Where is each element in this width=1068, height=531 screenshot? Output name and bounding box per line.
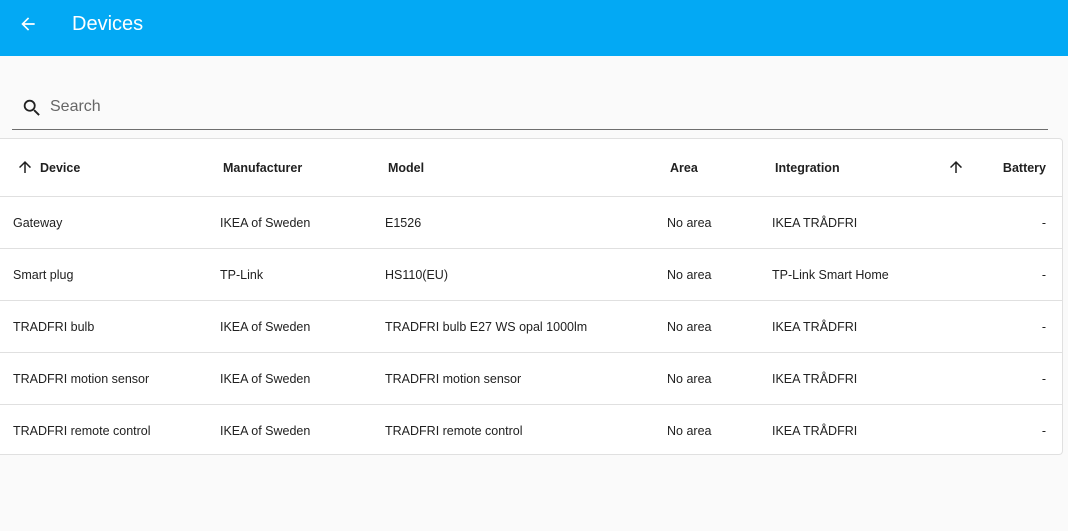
table-row[interactable]: TRADFRI bulb IKEA of Sweden TRADFRI bulb… xyxy=(0,300,1062,352)
table-row[interactable]: TRADFRI motion sensor IKEA of Sweden TRA… xyxy=(0,352,1062,404)
device-integration: IKEA TRÅDFRI xyxy=(772,371,858,386)
device-battery: - xyxy=(1041,319,1046,334)
search-bar xyxy=(12,84,1048,130)
arrow-up-icon[interactable] xyxy=(947,158,965,176)
table-header-row: Device Manufacturer Model Area Integrati… xyxy=(0,139,1062,196)
search-input[interactable] xyxy=(50,94,1030,120)
device-model: TRADFRI remote control xyxy=(385,423,523,438)
column-header-model[interactable]: Model xyxy=(388,139,424,196)
device-integration: IKEA TRÅDFRI xyxy=(772,215,858,230)
device-integration: IKEA TRÅDFRI xyxy=(772,423,858,438)
device-integration: IKEA TRÅDFRI xyxy=(772,319,858,334)
search-icon xyxy=(23,99,40,116)
table-row[interactable]: Gateway IKEA of Sweden E1526 No area IKE… xyxy=(0,196,1062,248)
device-name: TRADFRI motion sensor xyxy=(13,371,150,386)
table-row[interactable]: TRADFRI remote control IKEA of Sweden TR… xyxy=(0,404,1062,456)
arrow-left-icon xyxy=(21,17,35,31)
device-area: No area xyxy=(667,267,712,282)
app-header: Devices xyxy=(0,0,1068,56)
column-header-integration[interactable]: Integration xyxy=(775,139,840,196)
device-manufacturer: IKEA of Sweden xyxy=(220,423,311,438)
column-header-area[interactable]: Area xyxy=(670,139,698,196)
device-battery: - xyxy=(1041,423,1046,438)
device-battery: - xyxy=(1041,371,1046,386)
device-name: TRADFRI bulb xyxy=(13,319,95,334)
device-name: Smart plug xyxy=(13,267,74,282)
back-button[interactable] xyxy=(12,8,44,40)
device-battery: - xyxy=(1041,267,1046,282)
column-header-device[interactable]: Device xyxy=(40,139,80,196)
device-manufacturer: TP-Link xyxy=(220,267,264,282)
device-name: Gateway xyxy=(13,215,63,230)
device-model: HS110(EU) xyxy=(385,267,448,282)
column-header-battery[interactable]: Battery xyxy=(1003,139,1046,196)
device-manufacturer: IKEA of Sweden xyxy=(220,319,311,334)
device-manufacturer: IKEA of Sweden xyxy=(220,215,311,230)
page-title: Devices xyxy=(72,13,144,35)
device-integration: TP-Link Smart Home xyxy=(772,267,889,282)
device-area: No area xyxy=(667,319,712,334)
device-area: No area xyxy=(667,423,712,438)
device-name: TRADFRI remote control xyxy=(13,423,151,438)
devices-table: Device Manufacturer Model Area Integrati… xyxy=(0,138,1063,455)
device-area: No area xyxy=(667,215,712,230)
device-model: TRADFRI motion sensor xyxy=(385,371,522,386)
device-battery: - xyxy=(1041,215,1046,230)
device-area: No area xyxy=(667,371,712,386)
column-header-manufacturer[interactable]: Manufacturer xyxy=(223,139,302,196)
arrow-up-icon[interactable] xyxy=(16,158,34,176)
device-model: E1526 xyxy=(385,215,422,230)
device-model: TRADFRI bulb E27 WS opal 1000lm xyxy=(385,319,588,334)
table-row[interactable]: Smart plug TP-Link HS110(EU) No area TP-… xyxy=(0,248,1062,300)
device-manufacturer: IKEA of Sweden xyxy=(220,371,311,386)
